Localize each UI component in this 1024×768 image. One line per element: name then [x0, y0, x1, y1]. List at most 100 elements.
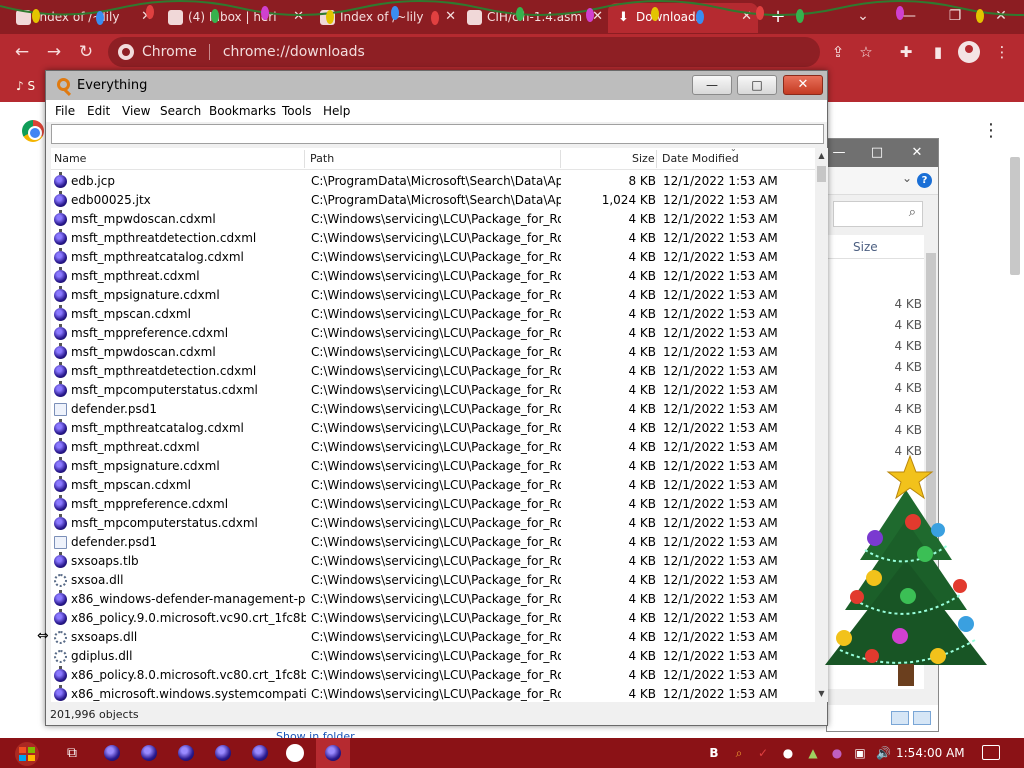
maximize-button[interactable]: □: [737, 75, 777, 95]
tab-index-of-lily-2[interactable]: Index of /~lily ✕: [312, 3, 462, 33]
everything-titlebar[interactable]: Everything — □ ✕: [46, 71, 827, 100]
table-row[interactable]: msft_mpthreatdetection.cdxml C:\Windows\s…: [51, 229, 815, 248]
table-row[interactable]: x86_microsoft.windows.systemcompatibl...…: [51, 685, 815, 702]
column-divider[interactable]: [656, 150, 657, 168]
menu-search[interactable]: Search: [160, 100, 201, 122]
close-icon[interactable]: ✕: [592, 3, 603, 31]
menu-edit[interactable]: Edit: [87, 100, 110, 122]
large-icons-view-icon[interactable]: [913, 711, 931, 725]
table-row[interactable]: msft_mpsignature.cdxml C:\Windows\servici…: [51, 457, 815, 476]
scroll-thumb[interactable]: [817, 166, 826, 182]
table-row[interactable]: msft_mpthreat.cdxml C:\Windows\servicing\…: [51, 438, 815, 457]
restore-button[interactable]: ❐: [932, 0, 978, 32]
close-button[interactable]: ✕: [783, 75, 823, 95]
table-row[interactable]: gdiplus.dll C:\Windows\servicing\LCU\Pack…: [51, 647, 815, 666]
address-bar[interactable]: Chrome chrome://downloads: [108, 37, 820, 67]
taskbar-app-icon[interactable]: [104, 745, 120, 761]
table-row[interactable]: x86_policy.8.0.microsoft.vc80.crt_1fc8b3…: [51, 666, 815, 685]
table-row[interactable]: defender.psd1 C:\Windows\servicing\LCU\Pa…: [51, 533, 815, 552]
bookmark-star-icon[interactable]: ☆: [852, 38, 880, 66]
tab-cih-asm[interactable]: CIH/cih-1.4.asm ✕: [459, 3, 609, 33]
new-tab-button[interactable]: +: [766, 4, 790, 30]
start-button-windows-icon[interactable]: [10, 741, 44, 767]
table-row[interactable]: msft_mpscan.cdxml C:\Windows\servicing\LC…: [51, 305, 815, 324]
help-icon[interactable]: ?: [917, 173, 932, 188]
close-icon[interactable]: ✕: [141, 3, 152, 31]
notification-icon[interactable]: [982, 745, 1000, 760]
column-header-size[interactable]: Size: [629, 148, 655, 170]
page-scrollbar[interactable]: [1010, 157, 1020, 275]
maximize-button[interactable]: □: [857, 139, 897, 167]
back-arrow-icon[interactable]: ←: [8, 38, 36, 66]
menu-help[interactable]: Help: [323, 100, 350, 122]
avatar[interactable]: [958, 41, 980, 63]
search-input[interactable]: [51, 124, 824, 144]
table-row[interactable]: sxsoa.dll C:\Windows\servicing\LCU\Packag…: [51, 571, 815, 590]
table-row[interactable]: defender.psd1 C:\Windows\servicing\LCU\Pa…: [51, 400, 815, 419]
extensions-icon[interactable]: ✚: [892, 38, 920, 66]
taskbar-chrome-icon[interactable]: [286, 744, 304, 762]
more-menu-icon[interactable]: ⋮: [988, 38, 1016, 66]
table-row[interactable]: msft_mppreference.cdxml C:\Windows\servic…: [51, 324, 815, 343]
tab-downloads[interactable]: ⬇ Downloads ✕: [608, 3, 758, 33]
close-button[interactable]: ✕: [897, 139, 937, 167]
explorer-search-input[interactable]: ⌕: [833, 201, 923, 227]
table-row[interactable]: msft_mppreference.cdxml C:\Windows\servic…: [51, 495, 815, 514]
column-divider[interactable]: [560, 150, 561, 168]
tray-app-icon[interactable]: ●: [781, 746, 795, 760]
table-row[interactable]: msft_mpthreatdetection.cdxml C:\Windows\s…: [51, 362, 815, 381]
column-header-date-modified[interactable]: Date Modified: [659, 148, 739, 170]
everything-tray-icon[interactable]: ⌕: [732, 746, 746, 760]
tab-index-of-lily-1[interactable]: Index of /~lily ✕: [8, 3, 158, 33]
minimize-button[interactable]: —: [827, 139, 859, 167]
table-row[interactable]: msft_mpsignature.cdxml C:\Windows\servici…: [51, 286, 815, 305]
tray-letter-icon[interactable]: B: [707, 746, 721, 760]
chevron-down-icon[interactable]: ⌄: [902, 171, 912, 185]
table-row[interactable]: msft_mpcomputerstatus.cdxml C:\Windows\se…: [51, 381, 815, 400]
table-row[interactable]: x86_windows-defender-management-po... C:\…: [51, 590, 815, 609]
scroll-up-arrow-icon[interactable]: ▲: [815, 148, 828, 164]
close-button[interactable]: ✕: [978, 0, 1024, 32]
column-header-name[interactable]: Name: [51, 148, 86, 170]
menu-bookmarks[interactable]: Bookmarks: [209, 100, 276, 122]
table-row[interactable]: x86_policy.9.0.microsoft.vc90.crt_1fc8b3…: [51, 609, 815, 628]
table-row[interactable]: msft_mpcomputerstatus.cdxml C:\Windows\se…: [51, 514, 815, 533]
table-row[interactable]: edb.jcp C:\ProgramData\Microsoft\Search\D…: [51, 172, 815, 191]
network-icon[interactable]: ▣: [853, 746, 867, 760]
close-icon[interactable]: ✕: [293, 3, 304, 31]
taskbar-everything-icon[interactable]: [325, 745, 341, 761]
volume-icon[interactable]: 🔊: [876, 746, 891, 760]
tray-tree-icon[interactable]: ▲: [806, 746, 820, 760]
taskbar-app-icon[interactable]: [178, 745, 194, 761]
details-view-icon[interactable]: [891, 711, 909, 725]
side-panel-icon[interactable]: ▮: [924, 38, 952, 66]
more-menu-icon[interactable]: ⋮: [982, 120, 1000, 141]
menu-tools[interactable]: Tools: [282, 100, 312, 122]
share-icon[interactable]: ⇪: [824, 38, 852, 66]
bookmark-item[interactable]: ♪ S: [16, 76, 35, 96]
table-row[interactable]: sxsoaps.tlb C:\Windows\servicing\LCU\Pack…: [51, 552, 815, 571]
table-row[interactable]: msft_mpscan.cdxml C:\Windows\servicing\LC…: [51, 476, 815, 495]
table-row[interactable]: edb00025.jtx C:\ProgramData\Microsoft\Sea…: [51, 191, 815, 210]
menu-file[interactable]: File: [55, 100, 75, 122]
task-view-icon[interactable]: ⧉: [63, 746, 81, 760]
tab-inbox[interactable]: (4) Inbox | heri ✕: [160, 3, 310, 33]
table-row[interactable]: msft_mpwdoscan.cdxml C:\Windows\servicing…: [51, 210, 815, 229]
checkmark-tray-icon[interactable]: ✓: [756, 746, 770, 760]
taskbar-app-icon[interactable]: [252, 745, 268, 761]
table-row[interactable]: sxsoaps.dll C:\Windows\servicing\LCU\Pack…: [51, 628, 815, 647]
size-column-header[interactable]: Size: [827, 235, 924, 259]
table-row[interactable]: msft_mpthreatcatalog.cdxml C:\Windows\ser…: [51, 248, 815, 267]
minimize-button[interactable]: —: [692, 75, 732, 95]
column-header-path[interactable]: Path: [307, 148, 334, 170]
tab-search-chevron-icon[interactable]: ⌄: [840, 0, 886, 32]
tray-ornament-icon[interactable]: ●: [830, 746, 844, 760]
table-row[interactable]: msft_mpwdoscan.cdxml C:\Windows\servicing…: [51, 343, 815, 362]
table-row[interactable]: msft_mpthreat.cdxml C:\Windows\servicing\…: [51, 267, 815, 286]
close-icon[interactable]: ✕: [445, 3, 456, 31]
minimize-button[interactable]: —: [886, 0, 932, 32]
close-icon[interactable]: ✕: [741, 3, 752, 31]
menu-view[interactable]: View: [122, 100, 150, 122]
taskbar-app-icon[interactable]: [141, 745, 157, 761]
taskbar-app-icon[interactable]: [215, 745, 231, 761]
